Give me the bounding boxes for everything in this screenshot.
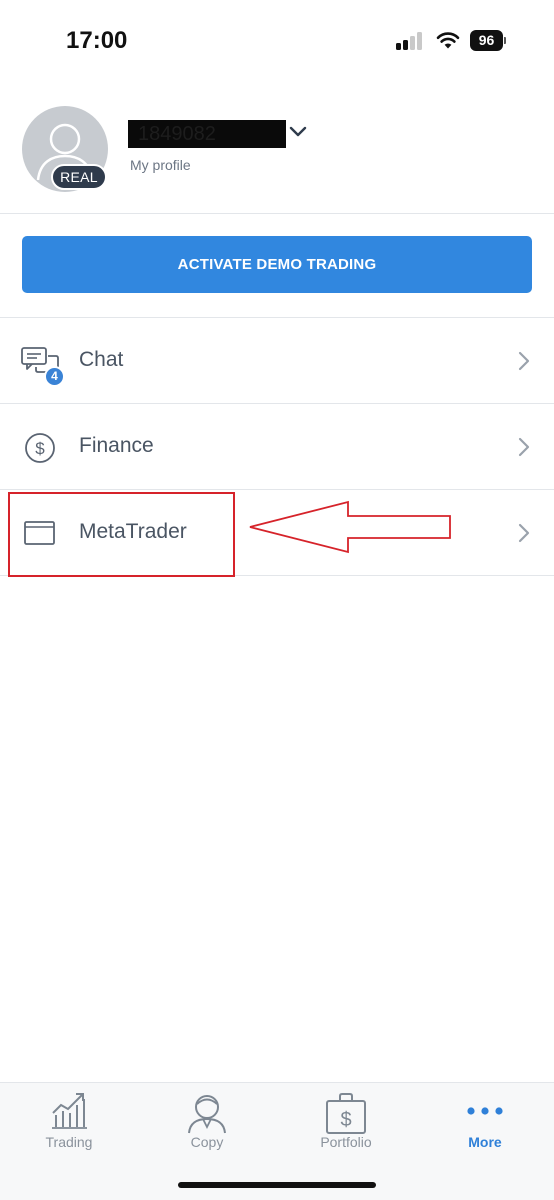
svg-text:$: $ — [340, 1109, 351, 1131]
tab-label: Portfolio — [320, 1134, 372, 1150]
menu-item-finance[interactable]: $ Finance — [0, 404, 554, 490]
annotation-highlight-box — [8, 492, 235, 577]
chat-unread-badge: 4 — [44, 366, 65, 387]
dollar-circle-icon: $ — [25, 433, 55, 463]
tab-copy[interactable]: Copy — [138, 1083, 276, 1163]
account-type-badge: REAL — [51, 164, 107, 190]
chevron-right-icon — [518, 351, 530, 371]
menu-item-label: Finance — [79, 434, 154, 457]
menu-item-label: Chat — [79, 348, 124, 371]
chevron-right-icon — [518, 437, 530, 457]
tab-label: Trading — [45, 1134, 93, 1150]
wifi-icon — [436, 32, 460, 49]
menu-item-chat[interactable]: 4 Chat — [0, 318, 554, 404]
svg-text:$: $ — [35, 439, 45, 458]
cellular-signal-icon — [396, 32, 426, 50]
tab-more[interactable]: More — [416, 1083, 554, 1163]
tab-label: More — [468, 1134, 502, 1150]
account-id: 1849082 — [128, 120, 286, 148]
status-bar: 17:00 96 — [0, 0, 554, 82]
status-time: 17:00 — [66, 27, 128, 54]
my-profile-link[interactable]: My profile — [130, 157, 191, 173]
annotation-arrow-icon — [249, 500, 451, 554]
chevron-down-icon[interactable] — [289, 126, 307, 138]
battery-icon: 96 — [470, 30, 506, 51]
copy-trader-icon — [188, 1095, 226, 1134]
demo-section: ACTIVATE DEMO TRADING — [0, 214, 554, 318]
tab-trading[interactable]: Trading — [0, 1083, 138, 1163]
battery-level: 96 — [470, 30, 503, 51]
chevron-right-icon — [518, 523, 530, 543]
activate-demo-trading-button[interactable]: ACTIVATE DEMO TRADING — [22, 236, 532, 293]
tab-label: Copy — [190, 1134, 224, 1150]
profile-header[interactable]: REAL 1849082 My profile — [0, 100, 554, 214]
home-indicator[interactable] — [178, 1182, 376, 1188]
tab-portfolio[interactable]: $ Portfolio — [277, 1083, 415, 1163]
trading-chart-icon — [52, 1093, 87, 1129]
portfolio-briefcase-icon: $ — [326, 1093, 366, 1134]
more-dots-icon — [467, 1107, 503, 1115]
